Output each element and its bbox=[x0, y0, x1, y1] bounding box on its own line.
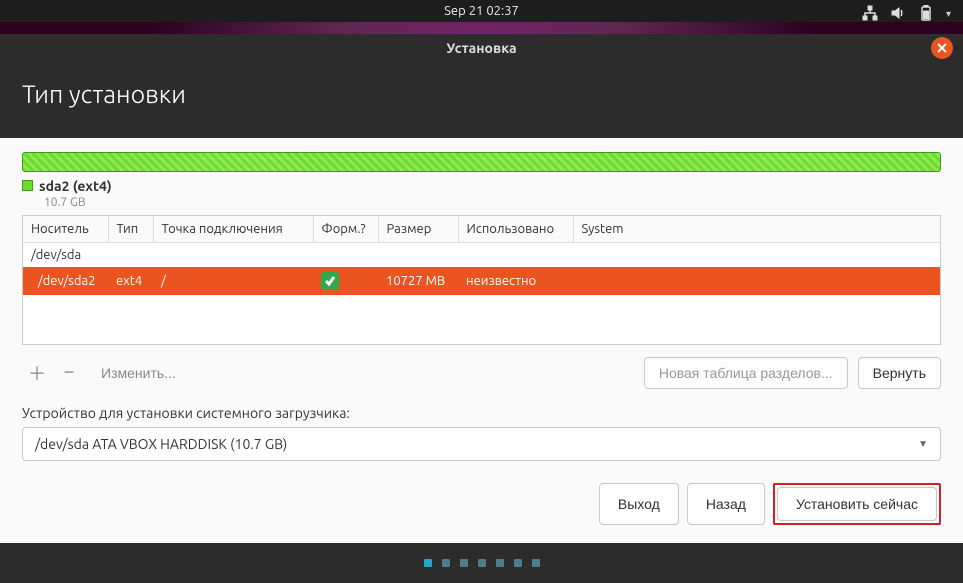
back-button[interactable]: Назад bbox=[687, 483, 765, 525]
col-system[interactable]: System bbox=[573, 216, 940, 243]
window-titlebar: Установка bbox=[0, 34, 963, 62]
partition-size: 10.7 GB bbox=[44, 196, 941, 209]
dropdown-triangle-icon: ▼ bbox=[918, 438, 928, 450]
add-partition-button[interactable]: ＋ bbox=[22, 358, 52, 388]
cell-type: ext4 bbox=[108, 267, 153, 295]
table-row[interactable]: /dev/sda bbox=[23, 242, 940, 267]
cell-device: /dev/sda bbox=[23, 242, 940, 267]
col-size[interactable]: Размер bbox=[378, 216, 458, 243]
cell-mount: / bbox=[153, 267, 313, 295]
window-title: Установка bbox=[446, 40, 516, 56]
partition-usage-bar[interactable] bbox=[22, 152, 941, 172]
cell-used: неизвестно bbox=[458, 267, 573, 295]
cell-system bbox=[573, 267, 940, 295]
remove-partition-button[interactable]: − bbox=[54, 358, 84, 388]
col-device[interactable]: Носитель bbox=[23, 216, 108, 243]
col-format[interactable]: Форм.? bbox=[313, 216, 378, 243]
slideshow-footer bbox=[0, 543, 963, 583]
checkmark-icon bbox=[321, 272, 339, 290]
network-icon[interactable] bbox=[862, 5, 878, 24]
page-dot[interactable] bbox=[424, 559, 432, 567]
bootloader-device-select[interactable]: /dev/sda ATA VBOX HARDDISK (10.7 GB) ▼ bbox=[22, 427, 941, 461]
new-partition-table-button[interactable]: Новая таблица разделов... bbox=[644, 357, 848, 389]
page-dot[interactable] bbox=[460, 559, 468, 567]
install-highlight: Установить сейчас bbox=[773, 483, 941, 525]
page-dot[interactable] bbox=[442, 559, 450, 567]
partition-legend: sda2 (ext4) bbox=[22, 178, 941, 194]
volume-icon[interactable] bbox=[890, 5, 906, 24]
chevron-down-icon[interactable]: ▾ bbox=[946, 8, 951, 20]
col-mount[interactable]: Точка подключения bbox=[153, 216, 313, 243]
partition-table: Носитель Тип Точка подключения Форм.? Ра… bbox=[22, 215, 941, 345]
table-row[interactable]: /dev/sda2 ext4 / 10727 MB неизвестно bbox=[23, 267, 940, 295]
close-icon bbox=[937, 43, 947, 53]
partition-swatch-icon bbox=[22, 180, 33, 191]
system-top-panel: Sep 21 02:37 ▾ bbox=[0, 0, 963, 22]
install-now-button[interactable]: Установить сейчас bbox=[777, 487, 937, 521]
decorative-band bbox=[0, 22, 963, 34]
main-panel: sda2 (ext4) 10.7 GB Носитель Тип Точка п… bbox=[0, 138, 963, 543]
partition-name: sda2 (ext4) bbox=[39, 178, 112, 194]
clock: Sep 21 02:37 bbox=[444, 4, 519, 18]
system-tray: ▾ bbox=[862, 0, 951, 28]
change-partition-button[interactable]: Изменить... bbox=[86, 357, 191, 389]
wizard-nav: Выход Назад Установить сейчас bbox=[22, 483, 941, 525]
page-dot[interactable] bbox=[478, 559, 486, 567]
page-dot[interactable] bbox=[496, 559, 504, 567]
page-dot[interactable] bbox=[532, 559, 540, 567]
bootloader-label: Устройство для установки системного загр… bbox=[22, 405, 941, 421]
table-header-row: Носитель Тип Точка подключения Форм.? Ра… bbox=[23, 216, 940, 243]
cell-device: /dev/sda2 bbox=[23, 267, 108, 295]
col-used[interactable]: Использовано bbox=[458, 216, 573, 243]
cell-format bbox=[313, 267, 378, 295]
col-type[interactable]: Тип bbox=[108, 216, 153, 243]
page-dot[interactable] bbox=[514, 559, 522, 567]
page-title: Тип установки bbox=[22, 80, 941, 108]
page-heading-area: Тип установки bbox=[0, 62, 963, 138]
bootloader-device-value: /dev/sda ATA VBOX HARDDISK (10.7 GB) bbox=[35, 436, 287, 452]
quit-button[interactable]: Выход bbox=[599, 483, 679, 525]
partition-actions: ＋ − Изменить... Новая таблица разделов..… bbox=[22, 357, 941, 389]
battery-icon[interactable] bbox=[918, 5, 934, 24]
cell-size: 10727 MB bbox=[378, 267, 458, 295]
close-button[interactable] bbox=[931, 37, 953, 59]
revert-button[interactable]: Вернуть bbox=[858, 357, 941, 389]
